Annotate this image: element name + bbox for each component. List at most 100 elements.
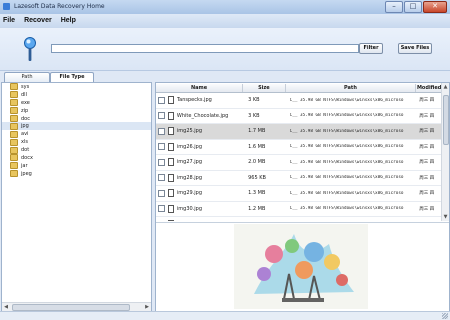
file-icon [168,96,174,104]
tree-item-label: zip [21,108,28,114]
tree-item[interactable]: jar [2,162,151,170]
title-bar: Lazesoft Data Recovery Home – □ ✕ [0,0,450,15]
file-icon [168,112,174,120]
row-checkbox[interactable] [158,174,165,181]
tree-item[interactable]: xls [2,138,151,146]
tree-item[interactable]: dll [2,91,151,99]
file-size-cell: 3 KB [248,113,290,119]
close-button[interactable]: ✕ [423,1,447,13]
row-checkbox[interactable] [158,190,165,197]
tree-item[interactable]: jpeg [2,170,151,178]
table-row[interactable]: Tanspecks.jpg3 KBC__ 35.98 GB NTFS\Windo… [156,93,443,109]
tree-item[interactable]: avi [2,130,151,138]
scroll-left-icon[interactable]: ◀ [2,303,10,311]
table-row[interactable]: img28.jpg965 KBC__ 35.98 GB NTFS\Windows… [156,171,443,187]
table-row[interactable]: img26.jpg1.6 MBC__ 35.98 GB NTFS\Windows… [156,140,443,156]
folder-icon [10,131,18,138]
file-path-cell: C__ 35.98 GB NTFS\Windows\winsxs\x86_mic… [290,113,420,118]
menu-help[interactable]: Help [58,14,79,28]
tree-item-label: xls [21,139,28,145]
menu-recover[interactable]: Recover [21,14,55,28]
tree-item-label: jar [21,163,28,169]
tree-item-label: jpeg [21,171,32,177]
filter-button[interactable]: Filter [359,43,383,54]
file-modified-cell: 周三 四 [419,206,443,212]
scroll-right-icon[interactable]: ▶ [143,303,151,311]
table-row[interactable]: img25.jpg1.7 MBC__ 35.98 GB NTFS\Windows… [156,124,443,140]
row-checkbox[interactable] [158,143,165,150]
search-input[interactable] [51,44,359,53]
folder-icon [10,107,18,114]
column-modified[interactable]: Modified [416,84,443,92]
file-path-cell: C__ 35.98 GB NTFS\Windows\winsxs\x86_mic… [290,191,420,196]
column-size[interactable]: Size [243,84,286,92]
file-icon [168,127,174,135]
folder-icon [10,115,18,122]
maximize-button[interactable]: □ [404,1,422,13]
magnifier-icon [23,36,37,62]
tree-item[interactable]: dot [2,146,151,154]
tree-item-label: sys [21,84,29,90]
row-checkbox[interactable] [158,159,165,166]
tree-item-label: dot [21,147,29,153]
row-checkbox[interactable] [158,205,165,212]
folder-icon [10,99,18,106]
file-name-cell: img25.jpg [177,128,248,134]
file-path-cell: C__ 35.98 GB NTFS\Windows\winsxs\x86_mic… [290,160,420,165]
table-row[interactable]: img30.jpg1.2 MBC__ 35.98 GB NTFS\Windows… [156,202,443,218]
tree-item-label: docx [21,155,33,161]
window-title: Lazesoft Data Recovery Home [14,3,105,10]
file-modified-cell: 周三 四 [419,190,443,196]
scrollbar-thumb[interactable] [443,95,449,145]
file-size-cell: 965 KB [248,175,290,181]
image-preview [234,224,368,309]
column-path[interactable]: Path [286,84,417,92]
file-name-cell: White_Chocolate.jpg [177,113,248,119]
tree-item-label: dll [21,92,27,98]
menu-bar: File Recover Help [0,14,450,28]
tree-item[interactable]: exe [2,99,151,107]
column-name[interactable]: Name [156,84,243,92]
tree-item[interactable]: zip [2,107,151,115]
file-size-cell: 1.6 MB [248,144,290,150]
tree-item[interactable]: doc [2,115,151,123]
file-path-cell: C__ 35.98 GB NTFS\Windows\winsxs\x86_mic… [290,144,420,149]
file-list-panel: Name Size Path Modified Tanspecks.jpg3 K… [155,82,450,312]
resize-grip-icon[interactable] [442,313,448,319]
scroll-up-icon[interactable]: ▲ [442,84,449,90]
minimize-button[interactable]: – [385,1,403,13]
table-row[interactable]: White_Chocolate.jpg3 KBC__ 35.98 GB NTFS… [156,109,443,125]
horizontal-scrollbar[interactable]: ◀ ▶ [2,302,151,311]
file-icon [168,143,174,151]
tab-path[interactable]: Path [4,72,50,82]
scroll-down-icon[interactable]: ▼ [442,214,449,220]
table-row[interactable]: img3.jpg1.4 MBC__ 35.98 GB NTFS\Windows\… [156,217,443,221]
file-list: Tanspecks.jpg3 KBC__ 35.98 GB NTFS\Windo… [156,93,443,221]
table-row[interactable]: img27.jpg2.0 MBC__ 35.98 GB NTFS\Windows… [156,155,443,171]
folder-icon [10,123,18,130]
file-path-cell: C__ 35.98 GB NTFS\Windows\winsxs\x86_mic… [290,206,420,211]
folder-icon [10,83,18,90]
tree-item[interactable]: sys [2,83,151,91]
file-size-cell: 1.7 MB [248,128,290,134]
file-size-cell: 1.2 MB [248,206,290,212]
folder-icon [10,162,18,169]
vertical-scrollbar[interactable]: ▲ ▼ [441,83,449,221]
tree-item[interactable]: docx [2,154,151,162]
row-checkbox[interactable] [158,97,165,104]
tree-item-label: doc [21,116,30,122]
tree-list: sys dllexezip docjpgavixls dot docx jar jpeg [2,83,151,178]
save-files-button[interactable]: Save Files [398,43,432,54]
file-icon [168,220,174,221]
tab-file-type[interactable]: File Type [50,72,94,82]
row-checkbox[interactable] [158,112,165,119]
file-size-cell: 3 KB [248,97,290,103]
menu-file[interactable]: File [0,14,18,28]
file-path-cell: C__ 35.98 GB NTFS\Windows\winsxs\x86_mic… [290,129,420,134]
table-row[interactable]: img29.jpg1.3 MBC__ 35.98 GB NTFS\Windows… [156,186,443,202]
row-checkbox[interactable] [158,128,165,135]
scrollbar-thumb[interactable] [12,304,130,311]
folder-icon [10,170,18,177]
tree-item[interactable]: jpg [2,122,151,130]
file-name-cell: img28.jpg [177,175,248,181]
